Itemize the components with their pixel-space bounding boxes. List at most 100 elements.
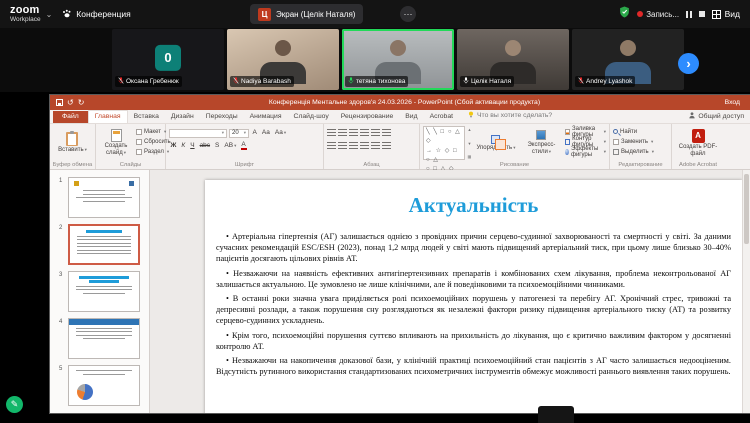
new-slide-button[interactable]: Создать слайд (99, 126, 133, 160)
columns-button[interactable] (371, 142, 380, 150)
find-button[interactable]: Найти (613, 127, 654, 136)
zoom-workplace-logo: zoom Workplace (10, 5, 41, 24)
shape-effects-button[interactable]: Эффекты фигуры (565, 147, 606, 156)
view-button[interactable]: Вид (712, 9, 740, 19)
tab-design[interactable]: Дизайн (165, 111, 200, 123)
slide-number: 2 (59, 224, 65, 265)
font-name-combo[interactable] (169, 129, 227, 138)
thumb-decor (76, 328, 132, 329)
mic-on-icon (463, 77, 469, 86)
group-label: Абзац (324, 162, 419, 168)
smartart-convert-button[interactable] (382, 142, 391, 150)
slide-thumbnail[interactable] (68, 318, 140, 359)
participant-tile-4[interactable]: Целік Наталя (457, 29, 569, 90)
tab-animations[interactable]: Анимация (244, 111, 288, 123)
shape-row[interactable]: ╲ ╲ □ ○ △ ◇ (426, 128, 462, 147)
replace-button[interactable]: Заменить (613, 137, 654, 146)
tell-me-box[interactable]: Что вы хотите сделать? (468, 111, 552, 123)
character-spacing-button[interactable]: АВ (223, 143, 238, 150)
increase-indent-button[interactable] (360, 129, 369, 137)
tab-acrobat[interactable]: Acrobat (424, 111, 459, 123)
slide-number: 4 (59, 318, 65, 359)
select-button[interactable]: Выделить (613, 147, 654, 156)
italic-button[interactable]: К (180, 143, 187, 150)
thumb-decor (77, 243, 131, 244)
arrange-button[interactable]: Упорядочить (474, 126, 517, 160)
thumb-decor (76, 286, 132, 287)
next-participants-button[interactable]: › (678, 53, 699, 74)
align-center-button[interactable] (338, 142, 347, 150)
bold-button[interactable]: Ж (169, 143, 178, 150)
tab-transitions[interactable]: Переходы (200, 111, 244, 123)
tab-slideshow[interactable]: Слайд-шоу (288, 111, 335, 123)
bullets-button[interactable] (327, 129, 336, 137)
active-share-pill[interactable]: Ц Экран (Целік Наталя) (250, 4, 363, 24)
participant-tile-1[interactable]: 0 Оксана Гребенюк (112, 29, 224, 90)
line-spacing-button[interactable] (371, 129, 380, 137)
justify-button[interactable] (360, 142, 369, 150)
shapes-gallery[interactable]: ╲ ╲ □ ○ △ ◇ → ☆ ◇ □ ○ △ ○ □ △ ◇ ☆ → (423, 126, 465, 160)
paste-button[interactable]: Вставить (56, 126, 89, 160)
current-slide-canvas[interactable]: Актуальність Артеріальна гіпертензія (АГ… (205, 180, 742, 413)
stop-recording-button[interactable] (699, 11, 705, 17)
arrange-icon (491, 135, 500, 144)
participant-tile-2[interactable]: Nadiya Barabash (227, 29, 339, 90)
editor-scrollbar[interactable] (742, 170, 750, 413)
slide-bullet: В останні роки значна увага приділяється… (216, 293, 731, 326)
align-left-button[interactable] (327, 142, 336, 150)
shape-effects-label: Эффекты фигуры (571, 146, 601, 158)
participant-tile-3-active-speaker[interactable]: тетяна тихонова (342, 29, 454, 90)
share-document-button[interactable]: Общий доступ (689, 112, 744, 121)
slide-thumbnail[interactable] (68, 271, 140, 312)
slide-thumb-item-5[interactable]: 5 (59, 365, 143, 406)
underline-button[interactable]: Ч (189, 143, 196, 150)
text-direction-button[interactable] (382, 129, 391, 137)
slide-thumb-item-4[interactable]: 4 (59, 318, 143, 359)
participant-name: Nadiya Barabash (241, 78, 291, 85)
text-shadow-button[interactable]: S (214, 143, 221, 150)
shapes-gallery-scroll[interactable]: ▲▼▦ (468, 126, 472, 160)
tab-home[interactable]: Главная (88, 110, 128, 123)
thumb-decor (83, 201, 125, 202)
tab-insert[interactable]: Вставка (128, 111, 165, 123)
font-color-button[interactable]: А (240, 142, 247, 151)
scrollbar-thumb[interactable] (744, 174, 749, 244)
quick-styles-button[interactable]: Экспресс-стили (520, 126, 562, 160)
tab-view[interactable]: Вид (399, 111, 423, 123)
annotate-pencil-button[interactable]: ✎ (6, 396, 23, 413)
screen-share-toolbar-peek[interactable] (538, 406, 574, 423)
slide-title[interactable]: Актуальність (205, 193, 742, 218)
slide-thumb-item-1[interactable]: 1 (59, 177, 143, 218)
decrease-font-button[interactable]: Аа (260, 130, 271, 137)
slide-body-text[interactable]: Артеріальна гіпертензія (АГ) залишається… (216, 231, 731, 377)
group-drawing: ╲ ╲ □ ○ △ ◇ → ☆ ◇ □ ○ △ ○ □ △ ◇ ☆ → ▲▼▦ … (420, 124, 610, 169)
increase-font-button[interactable]: А (251, 130, 258, 137)
sign-in-button[interactable]: Вход (725, 99, 740, 106)
font-size-combo[interactable]: 20 (229, 129, 249, 138)
thumb-decor (83, 190, 125, 191)
pause-recording-button[interactable] (686, 11, 692, 18)
strikethrough-button[interactable]: abc (198, 143, 211, 150)
slide-thumb-item-2-selected[interactable]: 2 (59, 224, 143, 265)
tab-meeting[interactable]: Конференция (62, 9, 130, 20)
more-options-button[interactable]: ⋯ (400, 6, 416, 22)
save-icon[interactable] (56, 99, 63, 106)
numbering-button[interactable] (338, 129, 347, 137)
slide-thumbnail-selected[interactable] (68, 224, 140, 265)
decrease-indent-button[interactable] (349, 129, 358, 137)
thumb-decor (76, 335, 132, 336)
slide-thumbnail[interactable] (68, 365, 140, 406)
redo-icon[interactable]: ↻ (78, 99, 85, 107)
align-right-button[interactable] (349, 142, 358, 150)
create-pdf-button[interactable]: A Создать PDF-файл (676, 126, 720, 160)
participant-tile-5[interactable]: Andrey Lyashok (572, 29, 684, 90)
undo-icon[interactable]: ↺ (67, 99, 74, 107)
slide-thumb-item-3[interactable]: 3 (59, 271, 143, 312)
chevron-down-icon[interactable]: ⌄ (46, 10, 53, 19)
tab-review[interactable]: Рецензирование (335, 111, 399, 123)
slide-thumbnail[interactable] (68, 177, 140, 218)
tab-file[interactable]: Файл (53, 111, 88, 123)
group-label: Слайды (96, 162, 165, 168)
change-case-button[interactable]: Аа (273, 130, 287, 137)
security-shield-icon[interactable] (619, 5, 630, 23)
